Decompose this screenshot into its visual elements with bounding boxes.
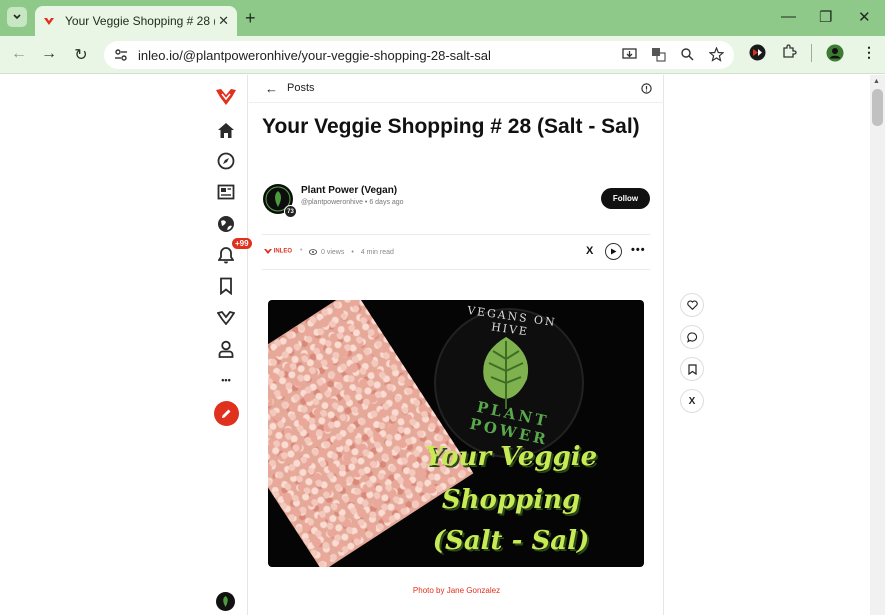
- news-icon[interactable]: [215, 181, 237, 203]
- post-meta-row: INLEO • 0 views • 4 min read X •••: [262, 234, 650, 270]
- bookmark-star-icon[interactable]: [709, 47, 724, 62]
- reputation-badge: 73: [284, 205, 297, 218]
- toolbar-divider: [811, 44, 812, 62]
- leo-logo-icon[interactable]: [215, 86, 237, 108]
- browser-toolbar: ← → ↻ inleo.io/@plantpoweronhive/your-ve…: [0, 36, 885, 74]
- install-app-icon[interactable]: [622, 47, 637, 62]
- explore-compass-icon[interactable]: [215, 150, 237, 172]
- url-text: inleo.io/@plantpoweronhive/your-veggie-s…: [138, 47, 491, 63]
- post-column: ← Posts Your Veggie Shopping # 28 (Salt …: [249, 75, 664, 615]
- scroll-thumb[interactable]: [872, 89, 883, 126]
- forward-button[interactable]: →: [39, 45, 59, 63]
- user-avatar[interactable]: [216, 592, 235, 611]
- comment-button[interactable]: [680, 325, 704, 349]
- address-bar[interactable]: inleo.io/@plantpoweronhive/your-veggie-s…: [104, 41, 734, 69]
- bookmark-icon: [687, 363, 697, 375]
- compose-button[interactable]: [214, 401, 239, 426]
- help-icon[interactable]: [641, 83, 652, 94]
- more-options-icon[interactable]: •••: [215, 369, 237, 391]
- reload-button[interactable]: ↻: [71, 45, 91, 65]
- inleo-favicon-icon: [44, 18, 54, 25]
- leo-token-icon[interactable]: [215, 307, 237, 329]
- post-more-icon[interactable]: •••: [631, 244, 646, 256]
- minimize-button[interactable]: —: [781, 8, 796, 25]
- back-arrow-icon[interactable]: ←: [265, 81, 278, 96]
- close-window-button[interactable]: ✕: [858, 8, 871, 26]
- play-audio-button[interactable]: [605, 243, 622, 260]
- eye-icon: [309, 249, 317, 255]
- translate-icon[interactable]: [651, 47, 666, 62]
- hero-line-1: Your Veggie: [424, 442, 598, 472]
- hero-image: VEGANS ON HIVE PLANT POWER Your Veggie S…: [268, 300, 644, 567]
- share-x-icon[interactable]: X: [586, 245, 593, 257]
- heart-icon: [686, 300, 698, 310]
- comment-icon: [686, 331, 697, 343]
- new-tab-button[interactable]: +: [245, 8, 256, 29]
- scrollbar[interactable]: ▲: [870, 75, 885, 615]
- post-title: Your Veggie Shopping # 28 (Salt - Sal): [262, 115, 640, 138]
- like-button[interactable]: [680, 293, 704, 317]
- posts-label: Posts: [287, 82, 315, 94]
- play-icon: [611, 248, 617, 255]
- extension-hive-icon[interactable]: [749, 44, 766, 61]
- globe-icon[interactable]: [215, 213, 237, 235]
- profile-user-icon[interactable]: [215, 338, 237, 360]
- restore-button[interactable]: ❐: [819, 8, 832, 26]
- tab-title: Your Veggie Shopping # 28 (Salt: [65, 14, 215, 28]
- author-name[interactable]: Plant Power (Vegan): [301, 185, 397, 196]
- post-age: 6 days ago: [369, 199, 404, 206]
- home-icon[interactable]: [215, 119, 237, 141]
- views-count: 0 views • 4 min read: [309, 248, 394, 256]
- tab-search-button[interactable]: [7, 7, 27, 27]
- hero-line-2: Shopping: [441, 485, 581, 515]
- browser-tab-strip: Your Veggie Shopping # 28 (Salt ✕ + — ❐ …: [0, 0, 885, 36]
- platform-tag: INLEO: [264, 248, 292, 255]
- hero-line-3: (Salt - Sal): [432, 526, 590, 556]
- left-sidebar: +99 •••: [205, 75, 252, 615]
- browser-menu-icon[interactable]: ⋮: [862, 44, 876, 61]
- read-time: 4 min read: [360, 248, 394, 256]
- active-tab[interactable]: Your Veggie Shopping # 28 (Salt ✕: [35, 6, 237, 36]
- bookmark-button[interactable]: [680, 357, 704, 381]
- page-viewport: +99 ••• ← Posts Your Veggie Shopping # 2…: [0, 75, 885, 615]
- leo-small-icon: [264, 249, 272, 254]
- back-button[interactable]: ←: [9, 45, 29, 63]
- posts-header: ← Posts: [249, 75, 664, 103]
- notifications-bell-icon[interactable]: +99: [215, 238, 252, 266]
- site-info-icon[interactable]: [114, 47, 130, 63]
- pencil-icon: [222, 409, 231, 418]
- author-meta: @plantpoweronhive • 6 days ago: [301, 199, 404, 206]
- chevron-down-icon: [13, 14, 21, 20]
- photo-caption[interactable]: Photo by Jane Gonzalez: [249, 586, 664, 595]
- x-share-icon[interactable]: X: [680, 389, 704, 413]
- scroll-up-arrow[interactable]: ▲: [873, 78, 880, 85]
- extensions-puzzle-icon[interactable]: [781, 44, 797, 60]
- profile-icon[interactable]: [826, 44, 844, 62]
- tab-close-button[interactable]: ✕: [218, 13, 229, 29]
- zoom-icon[interactable]: [680, 47, 695, 62]
- author-handle[interactable]: @plantpoweronhive: [301, 199, 363, 206]
- bookmarks-icon[interactable]: [215, 275, 237, 297]
- follow-button[interactable]: Follow: [601, 188, 650, 209]
- separator-dot: •: [300, 247, 303, 254]
